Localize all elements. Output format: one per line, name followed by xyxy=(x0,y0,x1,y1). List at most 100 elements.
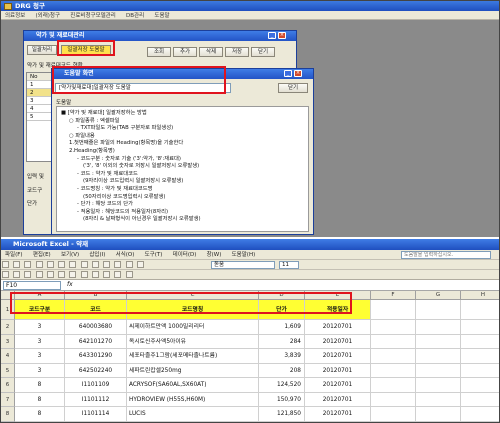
data-cell[interactable]: 20120701 xyxy=(305,320,371,335)
data-cell[interactable]: 8 xyxy=(15,378,65,393)
bold-icon[interactable] xyxy=(2,271,9,278)
percent-icon[interactable] xyxy=(91,271,99,278)
row-header[interactable]: 3 xyxy=(1,334,15,349)
batch-process-button[interactable]: 일괄처리 xyxy=(27,45,57,55)
header-cell[interactable]: 코드명칭 xyxy=(127,300,259,320)
redo-icon[interactable] xyxy=(103,261,111,268)
cell[interactable] xyxy=(461,393,499,407)
data-cell[interactable]: LUCIS xyxy=(127,407,259,422)
font-color-icon[interactable] xyxy=(125,271,133,278)
cell[interactable] xyxy=(461,378,499,393)
data-cell[interactable]: 150,970 xyxy=(259,392,305,407)
row-header[interactable]: 8 xyxy=(1,407,15,422)
align-left-icon[interactable] xyxy=(35,271,43,278)
column-header[interactable]: H xyxy=(461,291,499,300)
cell[interactable] xyxy=(371,349,416,364)
batch-save-help-button[interactable]: 일괄저장 도움말 xyxy=(61,45,111,55)
header-cell[interactable]: 단가 xyxy=(259,300,305,320)
new-icon[interactable] xyxy=(2,261,9,268)
cell[interactable] xyxy=(416,320,461,335)
minimize-icon[interactable]: _ xyxy=(284,70,292,77)
column-header[interactable]: D xyxy=(259,291,305,300)
font-name-select[interactable]: 돋움 xyxy=(211,261,275,269)
help-question-input[interactable]: 도움말을 입력하십시오. xyxy=(401,251,491,259)
data-cell[interactable]: 20120701 xyxy=(305,378,371,393)
cell[interactable] xyxy=(416,392,461,407)
underline-icon[interactable] xyxy=(24,271,32,278)
cell[interactable] xyxy=(461,335,499,349)
help-topic-select[interactable]: [약가및재료대]일괄저장 도움말 xyxy=(55,83,231,93)
cell[interactable] xyxy=(371,363,416,378)
sort-asc-icon[interactable] xyxy=(125,261,133,268)
data-cell[interactable]: 3,839 xyxy=(259,349,305,364)
data-cell[interactable]: 20120701 xyxy=(305,349,371,364)
preview-icon[interactable] xyxy=(46,261,54,268)
copy-icon[interactable] xyxy=(69,261,77,268)
header-cell[interactable]: 코드 xyxy=(65,300,127,320)
excel-menu-item[interactable]: 데이터(D) xyxy=(169,250,201,260)
currency-icon[interactable] xyxy=(80,271,88,278)
data-cell[interactable]: 3 xyxy=(15,349,65,364)
select-all-corner[interactable] xyxy=(1,291,15,300)
data-cell[interactable]: 284 xyxy=(259,334,305,349)
sum-icon[interactable] xyxy=(114,261,122,268)
data-cell[interactable]: 640003680 xyxy=(65,320,127,335)
excel-menu-item[interactable]: 도구(T) xyxy=(141,250,167,260)
borders-icon[interactable] xyxy=(103,271,111,278)
data-cell[interactable]: I1101114 xyxy=(65,407,127,422)
save-icon[interactable] xyxy=(24,261,32,268)
row-header[interactable]: 7 xyxy=(1,392,15,407)
excel-menu-item[interactable]: 창(W) xyxy=(203,250,226,260)
column-header[interactable]: E xyxy=(305,291,371,300)
column-header[interactable]: G xyxy=(416,291,461,300)
undo-icon[interactable] xyxy=(91,261,99,268)
align-right-icon[interactable] xyxy=(58,271,66,278)
font-size-select[interactable]: 11 xyxy=(279,261,299,269)
italic-icon[interactable] xyxy=(13,271,21,278)
search-button[interactable]: 조회 xyxy=(147,47,171,57)
minimize-icon[interactable]: _ xyxy=(268,32,276,39)
close-button[interactable]: 닫기 xyxy=(251,47,275,57)
cell[interactable] xyxy=(371,407,416,422)
data-cell[interactable]: 8 xyxy=(15,392,65,407)
close-icon[interactable]: × xyxy=(294,70,302,77)
fill-color-icon[interactable] xyxy=(114,271,122,278)
data-cell[interactable]: 20120701 xyxy=(305,407,371,422)
open-icon[interactable] xyxy=(13,261,21,268)
data-cell[interactable]: 208 xyxy=(259,363,305,378)
excel-menu-item[interactable]: 도움말(H) xyxy=(228,250,260,260)
cell[interactable] xyxy=(416,300,461,320)
excel-menu-item[interactable]: 서식(O) xyxy=(112,250,139,260)
merge-icon[interactable] xyxy=(69,271,77,278)
column-header[interactable]: A xyxy=(15,291,65,300)
cell[interactable] xyxy=(416,349,461,364)
cell[interactable] xyxy=(371,378,416,393)
excel-menu-item[interactable]: 파일(F) xyxy=(1,250,27,260)
data-cell[interactable]: ACRYSOF(SA60AL,SX60AT) xyxy=(127,378,259,393)
excel-menu-item[interactable]: 보기(V) xyxy=(57,250,83,260)
cell[interactable] xyxy=(461,364,499,378)
data-cell[interactable]: HYDROVIEW (H55S,H60M) xyxy=(127,392,259,407)
data-cell[interactable]: 3 xyxy=(15,334,65,349)
column-header[interactable]: C xyxy=(127,291,259,300)
delete-button[interactable]: 삭제 xyxy=(199,47,223,57)
cell[interactable] xyxy=(371,320,416,335)
cell[interactable] xyxy=(416,378,461,393)
data-cell[interactable]: I1101109 xyxy=(65,378,127,393)
data-cell[interactable]: I1101112 xyxy=(65,392,127,407)
cell[interactable] xyxy=(371,392,416,407)
cell[interactable] xyxy=(461,320,499,335)
row-header[interactable]: 1 xyxy=(1,300,15,320)
cell[interactable] xyxy=(416,334,461,349)
data-cell[interactable]: 20120701 xyxy=(305,334,371,349)
paste-icon[interactable] xyxy=(80,261,88,268)
data-cell[interactable]: 3 xyxy=(15,320,65,335)
chart-icon[interactable] xyxy=(136,261,144,268)
data-cell[interactable]: 옥시토신주사액5아이유 xyxy=(127,334,259,349)
cut-icon[interactable] xyxy=(58,261,66,268)
add-button[interactable]: 추가 xyxy=(173,47,197,57)
data-cell[interactable]: 20120701 xyxy=(305,363,371,378)
align-center-icon[interactable] xyxy=(46,271,54,278)
data-cell[interactable]: 642101270 xyxy=(65,334,127,349)
row-header[interactable]: 2 xyxy=(1,320,15,335)
